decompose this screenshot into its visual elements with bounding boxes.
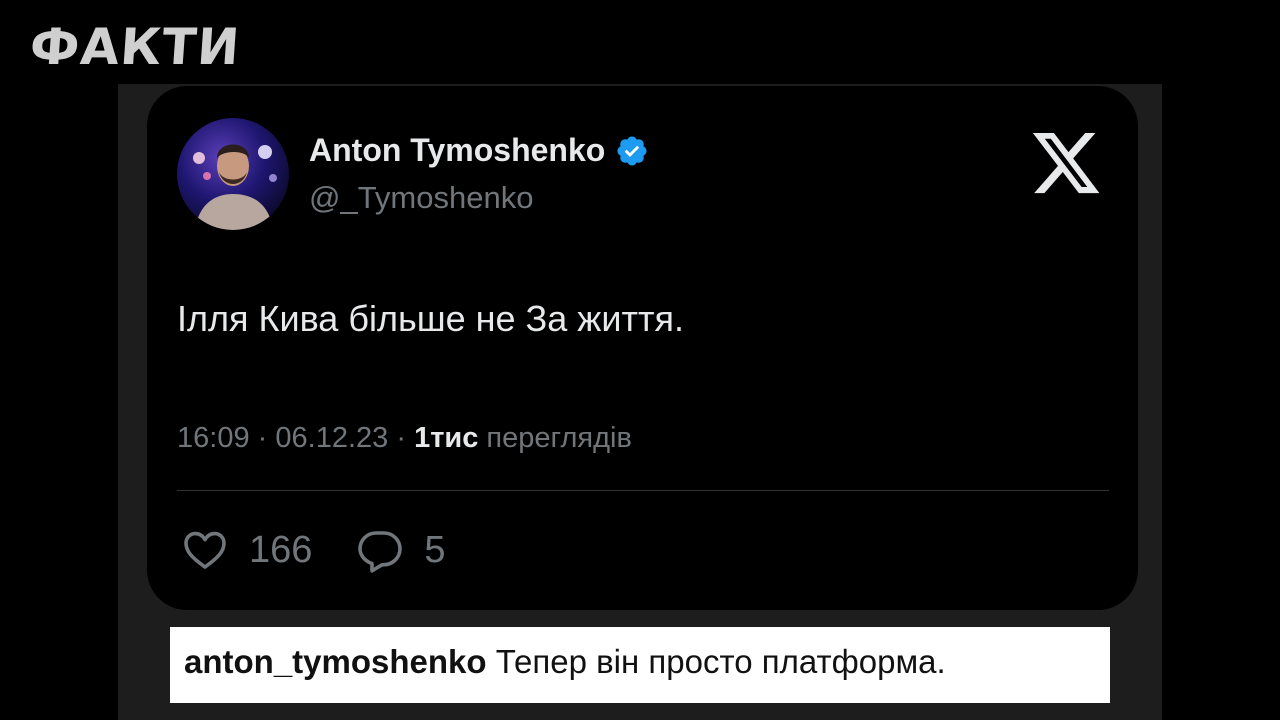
reply-bubble-icon — [358, 531, 403, 573]
tweet-meta: 16:09 · 06.12.23 · 1тис переглядів — [177, 422, 632, 455]
divider — [177, 490, 1109, 491]
author-handle[interactable]: @_Tymoshenko — [309, 180, 533, 216]
tweet-time[interactable]: 16:09 — [177, 422, 250, 454]
x-logo-icon — [1027, 126, 1105, 200]
tweet-card[interactable]: Anton Tymoshenko @_Tymoshenko Ілля Кива … — [147, 86, 1138, 610]
meta-separator: · — [396, 422, 406, 454]
caption-text: anton_tymoshenko Тепер він просто платфо… — [184, 643, 946, 681]
heart-icon — [184, 531, 226, 569]
views-label: переглядів — [486, 422, 632, 454]
like-button[interactable]: 166 — [181, 526, 312, 574]
reply-button[interactable]: 5 — [356, 526, 446, 574]
fakty-logo: ФАКТИ — [27, 18, 243, 76]
author-name-label: Anton Tymoshenko — [309, 132, 606, 168]
author-name[interactable]: Anton Tymoshenko — [309, 132, 649, 169]
meta-separator: · — [257, 422, 268, 454]
caption-message: Тепер він просто платформа. — [495, 643, 946, 680]
page: ФАКТИ Anton Tymoshenko @_Tymoshenko Ілля… — [0, 0, 1280, 720]
verified-badge-icon — [615, 134, 649, 168]
caption-username[interactable]: anton_tymoshenko — [184, 643, 487, 680]
caption-bar: anton_tymoshenko Тепер він просто платфо… — [170, 627, 1110, 703]
tweet-text: Ілля Кива більше не За життя. — [177, 298, 684, 339]
avatar-photo — [177, 118, 289, 230]
reply-count: 5 — [424, 528, 446, 571]
tweet-actions: 166 5 — [181, 526, 490, 574]
tweet-date[interactable]: 06.12.23 — [275, 422, 388, 454]
avatar[interactable] — [177, 118, 289, 230]
like-count: 166 — [249, 528, 313, 571]
views-count: 1тис — [414, 422, 479, 454]
